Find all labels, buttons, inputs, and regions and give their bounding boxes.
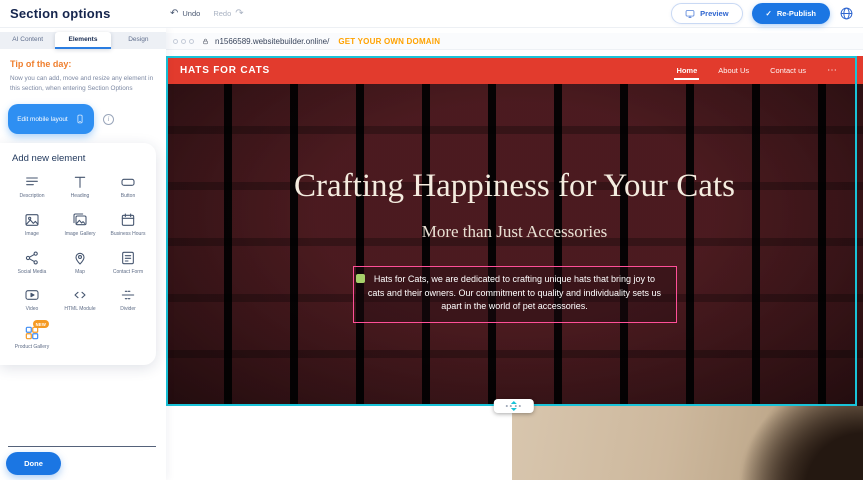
section-resize-handle[interactable]: [493, 399, 533, 413]
arrow-down-icon: [510, 408, 516, 411]
tab-design[interactable]: Design: [111, 32, 166, 49]
element-option-product-gallery[interactable]: NEW Product Gallery: [8, 325, 56, 351]
image-icon: [24, 212, 40, 228]
lock-icon: [202, 37, 209, 46]
republish-button[interactable]: ✓ Re-Publish: [752, 3, 830, 24]
edit-mobile-label: Edit mobile layout: [17, 116, 67, 123]
video-icon: [24, 287, 40, 303]
editor-canvas: n1566589.websitebuilder.online/ GET YOUR…: [166, 28, 863, 480]
browser-bar: n1566589.websitebuilder.online/ GET YOUR…: [166, 33, 863, 50]
site-url: n1566589.websitebuilder.online/: [215, 37, 329, 46]
element-option-map[interactable]: Map: [56, 250, 104, 276]
redo-button[interactable]: Redo ↷: [213, 9, 243, 19]
sidebar: AI Content Elements Design Tip of the da…: [0, 28, 166, 480]
edit-mobile-layout-button[interactable]: Edit mobile layout: [8, 104, 94, 134]
element-grid: Description Heading Button Image Image G…: [8, 174, 152, 351]
site-nav: Home About Us Contact us ⋯: [676, 65, 837, 76]
get-domain-link[interactable]: GET YOUR OWN DOMAIN: [338, 37, 440, 46]
republish-label: Re-Publish: [777, 9, 816, 18]
site-logo[interactable]: HATS FOR CATS: [180, 65, 270, 76]
arrow-up-icon: [510, 401, 516, 404]
redo-label: Redo: [213, 9, 231, 18]
check-icon: ✓: [766, 9, 772, 18]
text-lines-icon: [24, 174, 40, 190]
hero-paragraph-text: Hats for Cats, we are dedicated to craft…: [366, 273, 664, 315]
nav-about-us[interactable]: About Us: [718, 66, 749, 75]
redo-icon: ↷: [235, 9, 243, 19]
add-element-panel: Add new element Description Heading Butt…: [0, 143, 156, 365]
window-dot-icon: [189, 39, 194, 44]
mobile-layout-row: Edit mobile layout i: [8, 104, 166, 134]
form-icon: [120, 250, 136, 266]
nav-contact-us[interactable]: Contact us: [770, 66, 806, 75]
sidebar-divider: [8, 446, 156, 447]
hero-section[interactable]: Crafting Happiness for Your Cats More th…: [166, 84, 863, 406]
undo-label: Undo: [182, 9, 200, 18]
share-icon: [24, 250, 40, 266]
site-preview: HATS FOR CATS Home About Us Contact us ⋯…: [166, 56, 863, 406]
element-option-description[interactable]: Description: [8, 174, 56, 200]
map-pin-icon: [72, 250, 88, 266]
tab-ai-content[interactable]: AI Content: [0, 32, 55, 49]
sidebar-tabs: AI Content Elements Design: [0, 32, 166, 49]
app-window: Section options ↶ Undo Redo ↷ Preview ✓ …: [0, 0, 863, 480]
heading-icon: [72, 174, 88, 190]
language-globe-icon[interactable]: [839, 6, 854, 21]
code-icon: [72, 287, 88, 303]
new-badge: NEW: [33, 320, 49, 328]
tip-of-the-day: Tip of the day: Now you can add, move an…: [0, 49, 166, 93]
element-option-business-hours[interactable]: Business Hours: [104, 212, 152, 238]
element-option-image-gallery[interactable]: Image Gallery: [56, 212, 104, 238]
next-section-image: [512, 406, 863, 480]
tab-elements[interactable]: Elements: [55, 32, 110, 49]
monitor-icon: [685, 9, 695, 19]
element-option-image[interactable]: Image: [8, 212, 56, 238]
hero-subheadline[interactable]: More than Just Accessories: [422, 222, 608, 242]
hero-paragraph-selected[interactable]: Hats for Cats, we are dedicated to craft…: [353, 266, 677, 324]
calendar-icon: [120, 212, 136, 228]
undo-button[interactable]: ↶ Undo: [170, 9, 200, 19]
topbar-actions: Preview ✓ Re-Publish: [671, 3, 863, 24]
nav-more-icon[interactable]: ⋯: [827, 65, 837, 76]
element-option-html-module[interactable]: HTML Module: [56, 287, 104, 313]
tip-heading: Tip of the day:: [10, 59, 154, 69]
window-dot-icon: [181, 39, 186, 44]
element-option-contact-form[interactable]: Contact Form: [104, 250, 152, 276]
info-icon[interactable]: i: [103, 114, 114, 125]
element-option-heading[interactable]: Heading: [56, 174, 104, 200]
topbar: Section options ↶ Undo Redo ↷ Preview ✓ …: [0, 0, 863, 28]
nav-home[interactable]: Home: [676, 66, 697, 75]
element-drag-handle[interactable]: [356, 274, 365, 283]
element-option-button[interactable]: Button: [104, 174, 152, 200]
element-option-video[interactable]: Video: [8, 287, 56, 313]
divider-icon: [120, 287, 136, 303]
window-dot-icon: [173, 39, 178, 44]
element-option-divider[interactable]: Divider: [104, 287, 152, 313]
tip-body: Now you can add, move and resize any ele…: [10, 74, 154, 93]
preview-label: Preview: [700, 9, 728, 18]
done-button[interactable]: Done: [6, 452, 61, 475]
image-gallery-icon: [72, 212, 88, 228]
page-title: Section options: [10, 6, 111, 21]
hero-headline[interactable]: Crafting Happiness for Your Cats: [294, 167, 735, 206]
element-option-social-media[interactable]: Social Media: [8, 250, 56, 276]
preview-button[interactable]: Preview: [671, 3, 742, 24]
site-header: HATS FOR CATS Home About Us Contact us ⋯: [166, 56, 863, 84]
button-icon: [120, 174, 136, 190]
add-element-title: Add new element: [12, 153, 152, 164]
phone-icon: [75, 111, 85, 127]
undo-icon: ↶: [170, 9, 178, 19]
history-controls: ↶ Undo Redo ↷: [170, 9, 244, 19]
grip-dots-icon: [506, 405, 521, 407]
